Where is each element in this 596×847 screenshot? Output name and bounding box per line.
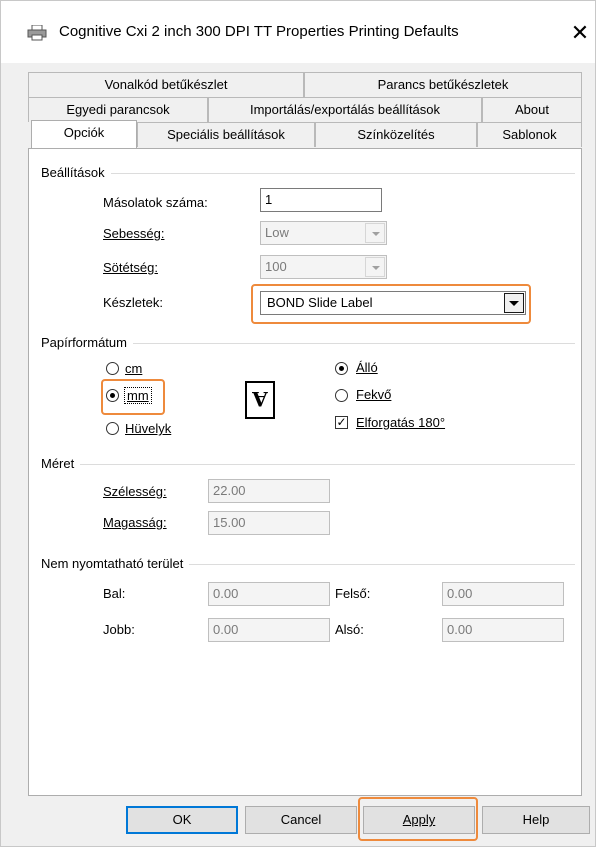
top-margin-input[interactable]: 0.00 [442, 582, 564, 606]
size-group-title: Méret [41, 456, 81, 471]
speed-select[interactable]: Low [260, 221, 387, 245]
unit-mm-label: mm [124, 387, 152, 404]
right-margin-label: Jobb: [103, 622, 135, 637]
top-margin-label: Felső: [335, 586, 371, 601]
height-label: Magasság: [103, 515, 167, 530]
tab-egyedi-parancsok[interactable]: Egyedi parancsok [28, 97, 208, 122]
chevron-down-icon [504, 293, 524, 313]
rotate-label: Elforgatás 180° [356, 415, 446, 430]
darkness-label: Sötétség: [103, 260, 158, 275]
orientation-icon: A [245, 381, 275, 419]
portrait-radio[interactable] [335, 362, 348, 375]
tab-vonalkod-betukeszlet[interactable]: Vonalkód betűkészlet [28, 72, 304, 97]
apply-label: Apply [402, 812, 436, 827]
tab-opciok[interactable]: Opciók [31, 120, 137, 148]
unit-mm-radio[interactable] [106, 389, 119, 402]
chevron-down-icon [365, 257, 385, 277]
stocks-select[interactable]: BOND Slide Label [260, 291, 526, 315]
speed-value: Low [265, 225, 289, 240]
window-title: Cognitive Cxi 2 inch 300 DPI TT Properti… [59, 23, 459, 40]
tab-szinkozelites[interactable]: Színközelítés [315, 122, 477, 147]
paper-group-title: Papírformátum [41, 335, 133, 350]
unit-cm-label: cm [125, 361, 143, 376]
tab-parancs-betukeszletek[interactable]: Parancs betűkészletek [304, 72, 582, 97]
darkness-select[interactable]: 100 [260, 255, 387, 279]
portrait-label: Álló [356, 360, 378, 375]
printer-icon [27, 25, 47, 41]
tab-sablonok[interactable]: Sablonok [477, 122, 582, 147]
chevron-down-icon [365, 223, 385, 243]
unprintable-group-title: Nem nyomtatható terület [41, 556, 190, 571]
bottom-margin-input[interactable]: 0.00 [442, 618, 564, 642]
tab-importalas-exportalas[interactable]: Importálás/exportálás beállítások [208, 97, 482, 122]
stocks-label: Készletek: [103, 295, 163, 310]
options-panel [28, 148, 582, 796]
help-button[interactable]: Help [482, 806, 590, 834]
rotate-checkbox[interactable]: ✓ [335, 416, 348, 429]
landscape-label: Fekvő [356, 387, 392, 402]
unit-inch-label: Hüvelyk [125, 421, 172, 436]
width-label: Szélesség: [103, 484, 167, 499]
apply-button[interactable]: Apply [363, 806, 475, 834]
height-input[interactable]: 15.00 [208, 511, 330, 535]
right-margin-input[interactable]: 0.00 [208, 618, 330, 642]
unit-cm-radio[interactable] [106, 362, 119, 375]
divider [41, 173, 575, 174]
speed-label: Sebesség: [103, 226, 165, 241]
darkness-value: 100 [265, 259, 287, 274]
left-margin-label: Bal: [103, 586, 126, 601]
printing-defaults-dialog: Cognitive Cxi 2 inch 300 DPI TT Properti… [0, 0, 596, 847]
copies-input[interactable]: 1 [260, 188, 382, 212]
left-margin-input[interactable]: 0.00 [208, 582, 330, 606]
divider [41, 464, 575, 465]
copies-label: Másolatok száma: [103, 195, 208, 210]
bottom-margin-label: Alsó: [335, 622, 364, 637]
title-bar: Cognitive Cxi 2 inch 300 DPI TT Properti… [1, 1, 595, 63]
unit-inch-radio[interactable] [106, 422, 119, 435]
landscape-radio[interactable] [335, 389, 348, 402]
tab-about[interactable]: About [482, 97, 582, 122]
close-icon[interactable]: ✕ [565, 18, 595, 48]
tab-specialis-beallitasok[interactable]: Speciális beállítások [137, 122, 315, 147]
width-input[interactable]: 22.00 [208, 479, 330, 503]
ok-button[interactable]: OK [126, 806, 238, 834]
cancel-button[interactable]: Cancel [245, 806, 357, 834]
rotated-letter: A [252, 387, 268, 411]
settings-group-title: Beállítások [41, 165, 111, 180]
stocks-value: BOND Slide Label [267, 295, 373, 310]
